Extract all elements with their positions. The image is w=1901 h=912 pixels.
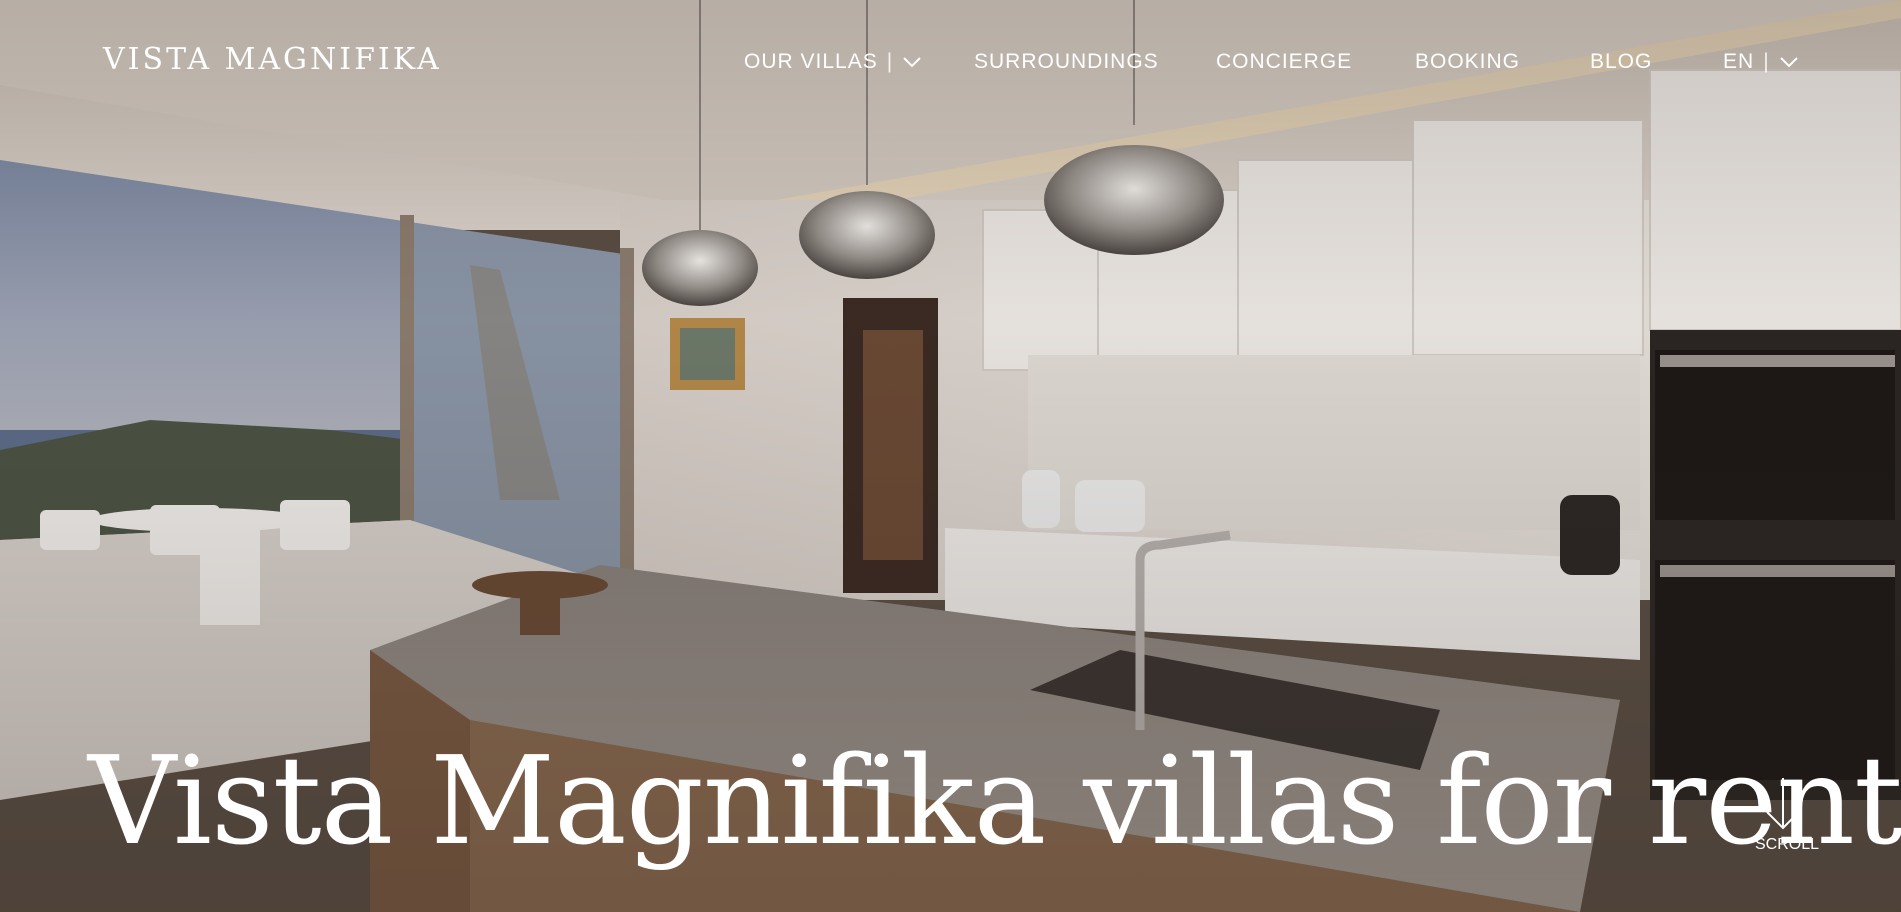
chevron-down-icon[interactable] <box>1779 56 1798 68</box>
language-label: EN <box>1723 50 1755 73</box>
site-logo[interactable]: VISTA MAGNIFIKA <box>103 42 442 77</box>
scroll-label: SCROLL <box>1755 836 1820 853</box>
nav-item-surroundings[interactable]: SURROUNDINGS <box>974 50 1159 74</box>
nav-label-booking: BOOKING <box>1415 50 1521 73</box>
nav-label-concierge: CONCIERGE <box>1216 50 1353 73</box>
hero-title: Vista Magnifika villas for rent <box>88 730 1901 872</box>
nav-item-blog[interactable]: BLOG <box>1590 50 1652 74</box>
chevron-down-icon[interactable] <box>903 56 921 68</box>
nav-label-surroundings: SURROUNDINGS <box>974 50 1159 73</box>
nav-item-concierge[interactable]: CONCIERGE <box>1216 50 1352 74</box>
nav-label-our-villas: OUR VILLAS <box>744 50 878 73</box>
scroll-button[interactable]: SCROLL <box>1755 776 1819 854</box>
language-selector[interactable]: EN | <box>1723 50 1798 74</box>
nav-item-our-villas[interactable]: OUR VILLAS | <box>744 50 921 74</box>
nav-item-booking[interactable]: BOOKING <box>1415 50 1520 74</box>
nav-label-blog: BLOG <box>1590 50 1653 73</box>
arrow-down-icon <box>1766 778 1800 830</box>
language-separator: | <box>1763 50 1770 73</box>
nav-separator: | <box>886 50 894 73</box>
